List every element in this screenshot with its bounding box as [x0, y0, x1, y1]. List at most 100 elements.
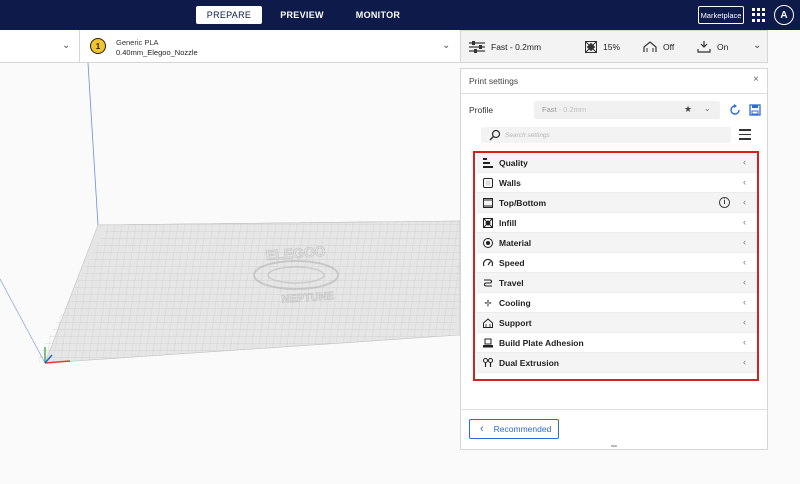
category-label: Walls: [499, 178, 521, 188]
divider: [461, 93, 767, 94]
category-build-plate-adhesion[interactable]: Build Plate Adhesion ‹: [477, 333, 757, 353]
category-travel[interactable]: Travel ‹: [477, 273, 757, 293]
category-dual-extrusion[interactable]: Dual Extrusion ‹: [477, 353, 757, 373]
sliders-icon: [469, 40, 485, 53]
category-label: Cooling: [499, 298, 531, 308]
support-icon: [483, 318, 493, 328]
category-label: Build Plate Adhesion: [499, 338, 584, 348]
build-viewport[interactable]: ELEGOO NEPTUNE: [0, 63, 460, 484]
profile-summary: Fast - 0.2mm: [469, 31, 541, 62]
menu-icon[interactable]: [739, 129, 751, 143]
speed-icon: [483, 258, 493, 267]
quality-icon: [483, 158, 493, 168]
category-label: Travel: [499, 278, 524, 288]
resize-grip-icon[interactable]: [611, 445, 617, 447]
chevron-left-icon: ‹: [743, 157, 746, 167]
star-icon[interactable]: ★: [684, 104, 692, 115]
support-summary: Off: [643, 31, 674, 62]
search-icon: [489, 129, 501, 141]
adhesion-icon: [697, 40, 711, 53]
category-label: Infill: [499, 218, 517, 228]
chevron-left-icon: ‹: [480, 423, 484, 435]
build-plate-adhesion-icon: [483, 338, 493, 348]
stage-tabs: PREPARE PREVIEW MONITOR: [196, 6, 416, 24]
infill-value: 15%: [603, 41, 621, 52]
chevron-left-icon: ‹: [743, 337, 746, 347]
chevron-down-icon: ⌄: [442, 40, 451, 51]
adhesion-summary: On: [697, 31, 728, 62]
infill-icon: [483, 218, 493, 228]
tab-monitor[interactable]: MONITOR: [340, 6, 416, 24]
support-icon: [643, 40, 657, 52]
profile-dropdown[interactable]: Fast - 0.2mm ★ ⌄: [534, 101, 720, 119]
chevron-left-icon: ‹: [743, 297, 746, 307]
support-value: Off: [663, 41, 675, 52]
category-label: Speed: [499, 258, 525, 268]
category-material[interactable]: Material ‹: [477, 233, 757, 253]
infill-summary: 15%: [585, 31, 620, 62]
chevron-down-icon: ⌄: [753, 40, 762, 51]
infill-icon: [585, 40, 597, 53]
chevron-down-icon: ⌄: [704, 104, 711, 113]
dual-extrusion-icon: [483, 358, 493, 367]
material-icon: [483, 238, 493, 248]
category-label: Dual Extrusion: [499, 358, 559, 368]
settings-category-list: Quality ‹ Walls ‹ Top/Bottom i ‹ Infill …: [473, 151, 759, 381]
chevron-left-icon: ‹: [743, 177, 746, 187]
profile-summary-label: Fast - 0.2mm: [491, 41, 542, 52]
tab-prepare[interactable]: PREPARE: [196, 6, 262, 24]
recommended-button[interactable]: ‹ Recommended: [469, 419, 559, 439]
chevron-left-icon: ‹: [743, 317, 746, 327]
machine-toolbar: ⌄ 1 Generic PLA 0.40mm_Elegoo_Nozzle ⌄: [0, 30, 460, 63]
chevron-down-icon: ⌄: [62, 40, 71, 51]
marketplace-button[interactable]: Marketplace: [698, 6, 744, 24]
adhesion-value: On: [717, 41, 729, 52]
chevron-left-icon: ‹: [743, 217, 746, 227]
material-name: Generic PLA: [116, 38, 159, 47]
printer-selector[interactable]: ⌄: [0, 30, 80, 63]
divider: [461, 409, 767, 410]
chevron-left-icon: ‹: [743, 237, 746, 247]
panel-title: Print settings: [469, 76, 519, 86]
tab-preview[interactable]: PREVIEW: [264, 6, 340, 24]
cooling-fan-icon: [484, 299, 492, 307]
print-settings-panel: Print settings × Profile Fast - 0.2mm ★ …: [460, 68, 768, 450]
chevron-left-icon: ‹: [743, 277, 746, 287]
category-infill[interactable]: Infill ‹: [477, 213, 757, 233]
category-speed[interactable]: Speed ‹: [477, 253, 757, 273]
category-label: Top/Bottom: [499, 198, 547, 208]
nozzle-name: 0.40mm_Elegoo_Nozzle: [116, 48, 198, 57]
walls-icon: [483, 178, 493, 188]
chevron-left-icon: ‹: [743, 197, 746, 207]
apps-grid-icon[interactable]: [752, 8, 766, 22]
extruder-badge: 1: [90, 38, 106, 54]
chevron-left-icon: ‹: [743, 357, 746, 367]
print-setup-selector[interactable]: Fast - 0.2mm 15% Off On ⌄: [460, 30, 768, 63]
chevron-left-icon: ‹: [743, 257, 746, 267]
account-avatar-icon[interactable]: A: [774, 5, 794, 25]
category-cooling[interactable]: Cooling ‹: [477, 293, 757, 313]
category-support[interactable]: Support ‹: [477, 313, 757, 333]
material-selector[interactable]: 1 Generic PLA 0.40mm_Elegoo_Nozzle ⌄: [80, 30, 460, 63]
category-quality[interactable]: Quality ‹: [477, 153, 757, 173]
profile-dropdown-value: Fast - 0.2mm: [542, 105, 586, 114]
top-bottom-icon: [483, 198, 493, 208]
profile-label: Profile: [469, 105, 494, 115]
profile-name: Fast: [542, 105, 557, 114]
reset-icon[interactable]: [729, 104, 741, 116]
search-box: [481, 127, 731, 143]
category-label: Support: [499, 318, 532, 328]
travel-icon: [484, 279, 492, 287]
category-top-bottom[interactable]: Top/Bottom i ‹: [477, 193, 757, 213]
category-label: Quality: [499, 158, 528, 168]
close-icon[interactable]: ×: [753, 74, 759, 85]
category-label: Material: [499, 238, 532, 248]
save-icon[interactable]: [749, 104, 761, 116]
search-settings-input[interactable]: [505, 129, 725, 141]
recommended-label: Recommended: [493, 424, 552, 434]
category-walls[interactable]: Walls ‹: [477, 173, 757, 193]
top-header: PREPARE PREVIEW MONITOR Marketplace A: [0, 0, 800, 30]
info-icon[interactable]: i: [719, 197, 730, 208]
profile-layer-height: - 0.2mm: [556, 105, 587, 114]
build-plate-scene[interactable]: ELEGOO NEPTUNE: [0, 63, 460, 484]
